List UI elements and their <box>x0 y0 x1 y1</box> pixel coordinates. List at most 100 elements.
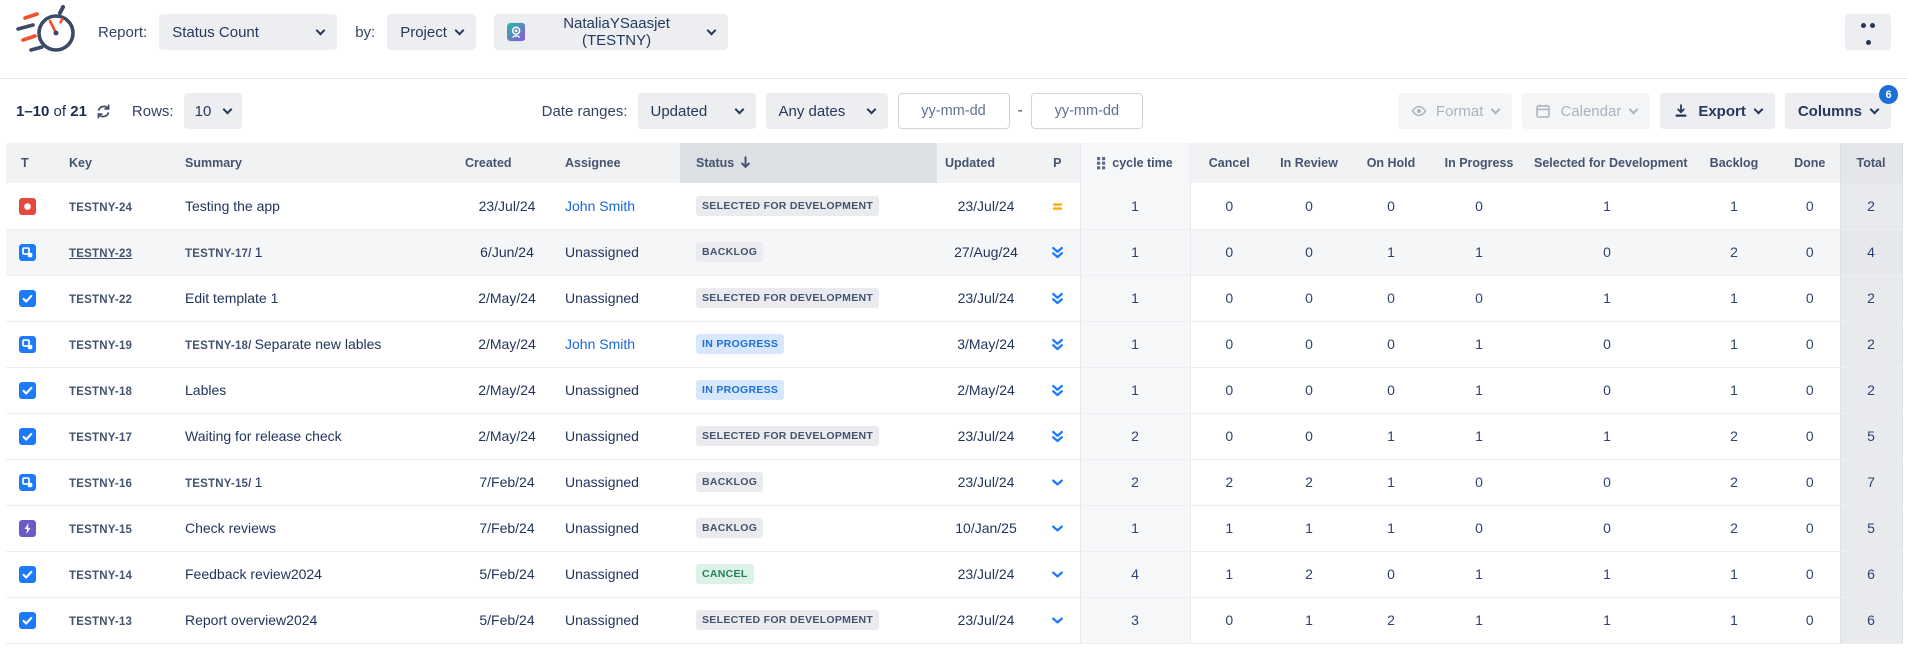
refresh-button[interactable] <box>93 101 114 122</box>
cell-updated: 23/Jul/24 <box>937 413 1035 459</box>
column-label: In Progress <box>1445 156 1514 170</box>
chevron-down-icon <box>734 105 744 115</box>
priority-lowest-icon <box>1050 383 1065 398</box>
cell-cancel: 1 <box>1190 505 1268 551</box>
cell-created: 2/May/24 <box>457 367 557 413</box>
cell-updated: 2/May/24 <box>937 367 1035 413</box>
cell-priority <box>1035 229 1080 275</box>
cell-key: TESTNY-18 <box>49 367 171 413</box>
project-avatar <box>507 22 525 42</box>
cell-cancel: 2 <box>1190 459 1268 505</box>
cell-in_review: 0 <box>1268 367 1350 413</box>
cell-key: TESTNY-23 <box>49 229 171 275</box>
chevron-down-icon <box>316 26 326 36</box>
cell-done: 0 <box>1780 459 1840 505</box>
table-row[interactable]: TESTNY-16TESTNY-15/17/Feb/24UnassignedBA… <box>6 459 1902 505</box>
date-ranges-group: Date ranges: Updated Any dates - <box>542 93 1143 129</box>
column-header-total[interactable]: Total <box>1840 143 1902 183</box>
column-header-key[interactable]: Key <box>49 143 171 183</box>
issue-key-link[interactable]: TESTNY-24 <box>69 202 132 214</box>
column-header-priority[interactable]: P <box>1035 143 1080 183</box>
assignee[interactable]: John Smith <box>565 336 635 352</box>
more-actions-button[interactable] <box>1845 14 1891 50</box>
cell-in_progress: 1 <box>1432 597 1526 643</box>
table-row[interactable]: TESTNY-15Check reviews7/Feb/24Unassigned… <box>6 505 1902 551</box>
cell-in_review: 0 <box>1268 413 1350 459</box>
project-select[interactable]: NataliaYSaasjet (TESTNY) <box>494 14 728 50</box>
table-row[interactable]: TESTNY-24Testing the app23/Jul/24John Sm… <box>6 183 1902 229</box>
cell-backlog: 2 <box>1688 505 1780 551</box>
report-label: Report: <box>98 24 147 41</box>
cell-cancel: 0 <box>1190 367 1268 413</box>
report-select[interactable]: Status Count <box>159 14 337 50</box>
date-from-input[interactable] <box>898 93 1010 129</box>
column-header-in_progress[interactable]: In Progress <box>1432 143 1526 183</box>
cell-backlog: 2 <box>1688 459 1780 505</box>
table-row[interactable]: TESTNY-17Waiting for release check2/May/… <box>6 413 1902 459</box>
column-header-in_review[interactable]: In Review <box>1268 143 1350 183</box>
assignee: Unassigned <box>565 382 639 398</box>
cell-updated: 23/Jul/24 <box>937 459 1035 505</box>
column-header-created[interactable]: Created <box>457 143 557 183</box>
export-button[interactable]: Export <box>1660 93 1775 129</box>
date-to-input[interactable] <box>1031 93 1143 129</box>
column-header-done[interactable]: Done <box>1780 143 1840 183</box>
format-button[interactable]: Format <box>1398 93 1513 129</box>
cell-assignee: John Smith <box>557 321 680 367</box>
summary-text: Report overview2024 <box>185 612 317 628</box>
assignee[interactable]: John Smith <box>565 198 635 214</box>
assignee: Unassigned <box>565 244 639 260</box>
table-row[interactable]: TESTNY-19TESTNY-18/Separate new lables2/… <box>6 321 1902 367</box>
date-preset-select[interactable]: Any dates <box>766 93 888 129</box>
issue-key-link[interactable]: TESTNY-13 <box>69 616 132 628</box>
columns-button[interactable]: Columns 6 <box>1785 93 1891 129</box>
cell-done: 0 <box>1780 597 1840 643</box>
column-header-cycle_time[interactable]: cycle time <box>1080 143 1190 183</box>
issue-key-link[interactable]: TESTNY-17 <box>69 432 132 444</box>
cell-priority <box>1035 551 1080 597</box>
column-label: Done <box>1794 156 1825 170</box>
table-row[interactable]: TESTNY-23TESTNY-17/16/Jun/24UnassignedBA… <box>6 229 1902 275</box>
issue-key-link[interactable]: TESTNY-14 <box>69 570 132 582</box>
table-row[interactable]: TESTNY-13Report overview20245/Feb/24Unas… <box>6 597 1902 643</box>
cell-in_progress: 1 <box>1432 413 1526 459</box>
rows-per-page-select[interactable]: 10 <box>184 93 242 129</box>
column-header-summary[interactable]: Summary <box>171 143 457 183</box>
task-issue-type-icon <box>19 566 36 583</box>
status-badge: BACKLOG <box>696 242 763 263</box>
column-header-type[interactable]: T <box>6 143 49 183</box>
table-row[interactable]: TESTNY-22Edit template 12/May/24Unassign… <box>6 275 1902 321</box>
issue-key-link[interactable]: TESTNY-23 <box>69 248 132 260</box>
issue-key-link[interactable]: TESTNY-16 <box>69 478 132 490</box>
column-header-on_hold[interactable]: On Hold <box>1350 143 1432 183</box>
table-row[interactable]: TESTNY-18Lables2/May/24UnassignedIN PROG… <box>6 367 1902 413</box>
status-badge: SELECTED FOR DEVELOPMENT <box>696 196 879 217</box>
download-icon <box>1673 103 1689 119</box>
column-label: In Review <box>1280 156 1338 170</box>
cell-assignee: Unassigned <box>557 413 680 459</box>
column-header-cancel[interactable]: Cancel <box>1190 143 1268 183</box>
table-row[interactable]: TESTNY-14Feedback review20245/Feb/24Unas… <box>6 551 1902 597</box>
cell-created: 2/May/24 <box>457 275 557 321</box>
column-header-backlog[interactable]: Backlog <box>1688 143 1780 183</box>
column-header-selected_for_development[interactable]: Selected for Development <box>1526 143 1688 183</box>
date-field-select[interactable]: Updated <box>638 93 756 129</box>
cell-done: 0 <box>1780 275 1840 321</box>
issue-key-link[interactable]: TESTNY-15 <box>69 524 132 536</box>
cell-key: TESTNY-14 <box>49 551 171 597</box>
column-header-status[interactable]: Status <box>680 143 937 183</box>
group-by-select[interactable]: Project <box>387 14 476 50</box>
column-label: Status <box>696 155 734 169</box>
assignee: Unassigned <box>565 474 639 490</box>
issue-key-link[interactable]: TESTNY-22 <box>69 294 132 306</box>
issue-key-link[interactable]: TESTNY-19 <box>69 340 132 352</box>
column-header-updated[interactable]: Updated <box>937 143 1035 183</box>
cell-summary: Edit template 1 <box>171 275 457 321</box>
sort-descending-icon <box>739 155 752 170</box>
issue-key-link[interactable]: TESTNY-18 <box>69 386 132 398</box>
cell-priority <box>1035 321 1080 367</box>
column-header-assignee[interactable]: Assignee <box>557 143 680 183</box>
calendar-button[interactable]: Calendar <box>1522 93 1650 129</box>
cell-cancel: 0 <box>1190 229 1268 275</box>
cell-priority <box>1035 413 1080 459</box>
